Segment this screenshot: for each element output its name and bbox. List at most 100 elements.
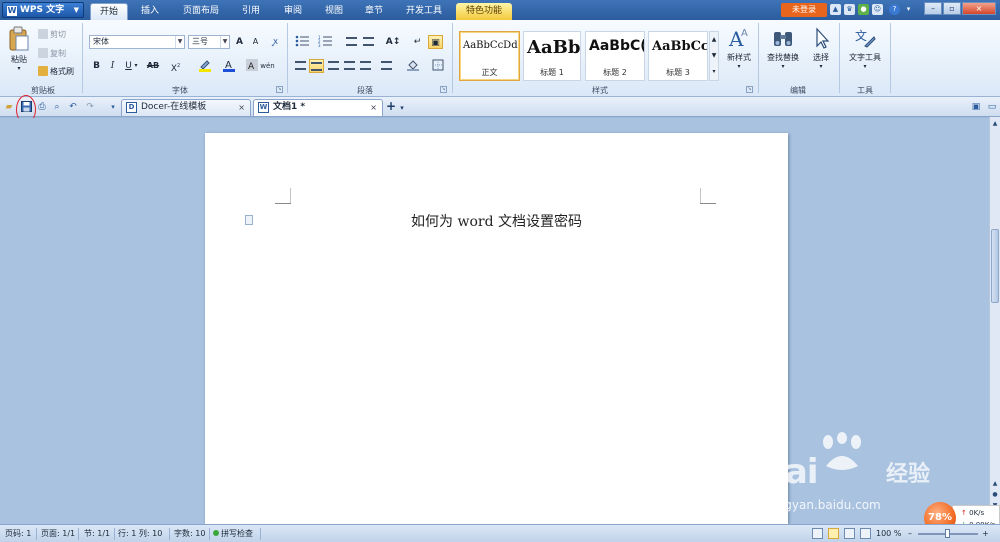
- upgrade-icon[interactable]: ▲: [830, 4, 841, 15]
- cut-button[interactable]: 剪切: [38, 29, 66, 41]
- superscript-button[interactable]: X2: [168, 59, 183, 74]
- status-word-count[interactable]: 字数: 10: [174, 525, 205, 542]
- spell-check-toggle[interactable]: 拼写检查: [213, 525, 253, 542]
- tab-insert[interactable]: 插入: [133, 3, 167, 20]
- bold-button[interactable]: B: [89, 59, 104, 73]
- font-size-select[interactable]: 三号 ▼: [188, 35, 230, 49]
- doc-tab-document1[interactable]: W 文档1 * ×: [253, 99, 383, 116]
- close-button[interactable]: ×: [962, 2, 996, 15]
- pinyin-guide-icon[interactable]: wén: [260, 59, 275, 73]
- select-button[interactable]: 选择 ▾: [807, 26, 835, 70]
- highlight-button[interactable]: [196, 59, 214, 73]
- minimize-button[interactable]: –: [924, 2, 942, 15]
- styles-dialog-launcher-icon[interactable]: ↘: [746, 86, 753, 93]
- scroll-up-icon[interactable]: ▲: [991, 119, 999, 128]
- align-center-button[interactable]: [309, 59, 324, 73]
- chevron-down-icon[interactable]: ▾: [132, 59, 140, 73]
- zoom-in-icon[interactable]: +: [982, 525, 989, 542]
- line-spacing-button[interactable]: [376, 59, 396, 73]
- show-marks-icon[interactable]: ↵: [410, 35, 425, 49]
- phonetic-guide-icon[interactable]: ꭙ: [268, 35, 283, 49]
- bullet-list-button[interactable]: [293, 35, 313, 49]
- close-icon[interactable]: ×: [238, 100, 245, 115]
- print-icon[interactable]: ⎙: [36, 101, 48, 113]
- align-right-button[interactable]: [326, 59, 341, 73]
- help-icon[interactable]: ?: [889, 4, 900, 15]
- redo-icon[interactable]: ↷: [84, 101, 96, 113]
- tab-review[interactable]: 审阅: [276, 3, 310, 20]
- paste-button[interactable]: 粘贴 ▾: [5, 26, 33, 72]
- document-page[interactable]: 如何为 word 文档设置密码: [205, 133, 788, 524]
- style-gallery-scroll[interactable]: ▲ ▼ ▾: [709, 31, 719, 81]
- app-menu-button[interactable]: W WPS 文字 ▼: [2, 2, 84, 18]
- text-tools-button[interactable]: 文 文字工具 ▾: [843, 26, 887, 70]
- find-replace-button[interactable]: 查找替换 ▾: [763, 26, 803, 70]
- style-heading-3[interactable]: AaBbCc 标题 3: [648, 31, 708, 81]
- cut-label: 剪切: [50, 30, 66, 39]
- decrease-indent-button[interactable]: [344, 35, 359, 49]
- paragraph-dialog-launcher-icon[interactable]: ↘: [440, 86, 447, 93]
- new-style-button[interactable]: AA 新样式 ▾: [722, 26, 756, 70]
- doc-tab-docer[interactable]: D Docer-在线模板 ×: [121, 99, 251, 116]
- grow-font-button[interactable]: A: [232, 35, 247, 49]
- strikethrough-button[interactable]: AB: [144, 59, 162, 73]
- tab-special-features[interactable]: 特色功能: [456, 3, 512, 20]
- document-title-text[interactable]: 如何为 word 文档设置密码: [205, 211, 788, 231]
- style-normal-sample: AaBbCcDd: [463, 40, 518, 51]
- borders-button[interactable]: [428, 59, 448, 73]
- skin-icon[interactable]: ♛: [844, 4, 855, 15]
- font-dialog-launcher-icon[interactable]: ↘: [276, 86, 283, 93]
- print-preview-icon[interactable]: ⌕: [51, 101, 63, 113]
- tab-references[interactable]: 引用: [234, 3, 268, 20]
- vertical-scrollbar[interactable]: ▲ ▲ ● ▼ ▼: [989, 117, 1000, 524]
- spell-check-status-icon: [213, 530, 219, 536]
- zoom-slider-knob[interactable]: [945, 529, 950, 538]
- undo-icon[interactable]: ↶: [67, 101, 79, 113]
- help-dropdown-icon[interactable]: ▾: [903, 4, 914, 15]
- tab-chapter[interactable]: 章节: [357, 3, 391, 20]
- restore-button[interactable]: ▫: [943, 2, 961, 15]
- prev-page-icon[interactable]: ▲: [991, 479, 999, 488]
- format-painter-button[interactable]: 格式刷: [38, 66, 74, 78]
- tab-home[interactable]: 开始: [90, 3, 128, 20]
- docer-icon: D: [126, 102, 137, 113]
- char-shading-icon[interactable]: A: [244, 59, 259, 73]
- ribbon-toggle-icon[interactable]: ▭: [986, 101, 998, 113]
- font-name-select[interactable]: 宋体 ▼: [89, 35, 185, 49]
- close-icon[interactable]: ×: [370, 100, 377, 115]
- increase-indent-button[interactable]: [361, 35, 376, 49]
- web-view-icon[interactable]: [860, 528, 871, 539]
- style-heading-1[interactable]: AaBb( 标题 1: [523, 31, 581, 81]
- login-button[interactable]: 未登录: [781, 3, 827, 17]
- select-browse-icon[interactable]: ●: [991, 490, 999, 499]
- distributed-button[interactable]: [358, 59, 373, 73]
- style-normal[interactable]: AaBbCcDd 正文: [459, 31, 520, 81]
- customize-toolbar-icon[interactable]: ▾: [107, 101, 119, 113]
- justify-button[interactable]: [342, 59, 357, 73]
- align-left-button[interactable]: [293, 59, 308, 73]
- frame-icon[interactable]: ▣: [428, 35, 443, 49]
- italic-button[interactable]: I: [105, 59, 120, 73]
- shading-button[interactable]: [403, 59, 423, 73]
- copy-button[interactable]: 复制: [38, 48, 66, 60]
- tab-developer[interactable]: 开发工具: [399, 3, 449, 20]
- tab-list-icon[interactable]: ▣: [970, 101, 982, 113]
- scrollbar-thumb[interactable]: [991, 229, 999, 303]
- tab-page-layout[interactable]: 页面布局: [175, 3, 227, 20]
- zoom-out-icon[interactable]: –: [908, 525, 912, 542]
- tab-view[interactable]: 视图: [317, 3, 351, 20]
- numbered-list-button[interactable]: 123: [316, 35, 336, 49]
- align-center-icon: [311, 62, 322, 71]
- style-heading-2[interactable]: AaBbC( 标题 2: [585, 31, 645, 81]
- zoom-level[interactable]: 100 %: [876, 525, 901, 542]
- open-folder-icon[interactable]: ▰: [3, 101, 15, 113]
- shrink-font-button[interactable]: A: [248, 35, 263, 49]
- font-color-button[interactable]: A: [220, 59, 238, 73]
- outline-view-icon[interactable]: [844, 528, 855, 539]
- cloud-icon[interactable]: ●: [858, 4, 869, 15]
- feedback-icon[interactable]: ☺: [872, 4, 883, 15]
- full-screen-view-icon[interactable]: [812, 528, 823, 539]
- page-view-icon[interactable]: [828, 528, 839, 539]
- new-tab-button[interactable]: + ▾: [386, 100, 412, 114]
- text-direction-icon[interactable]: A↕: [383, 35, 403, 49]
